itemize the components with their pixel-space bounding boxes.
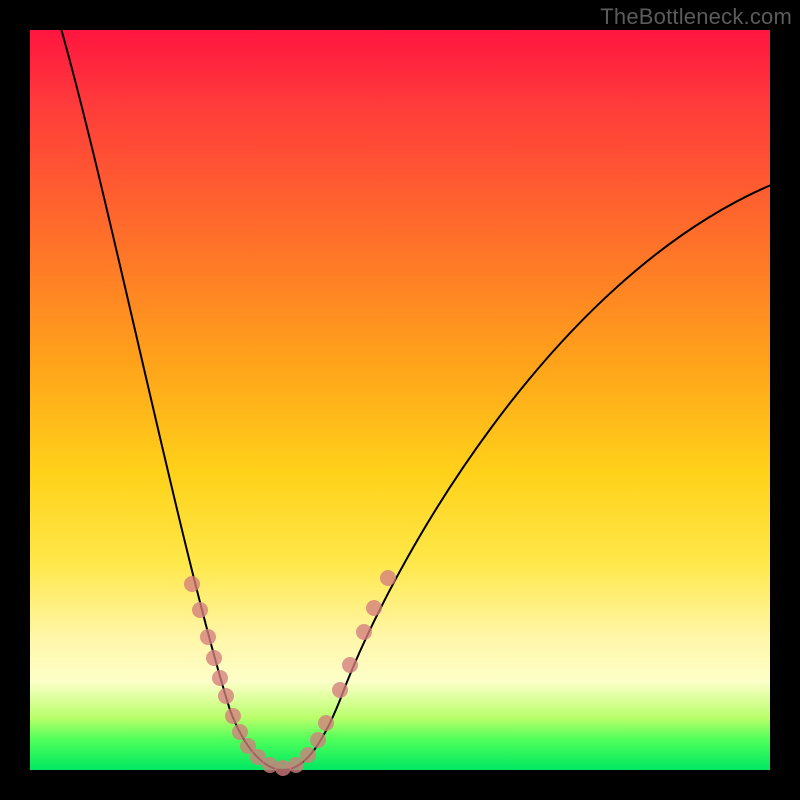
chart-svg [30,30,770,770]
marker-dot [342,657,358,673]
frame: TheBottleneck.com [0,0,800,800]
marker-dot [232,724,248,740]
marker-dot [200,629,216,645]
bottleneck-curve [60,25,771,770]
marker-dot [206,650,222,666]
marker-dot [300,747,316,763]
markers-bottom [262,757,304,776]
marker-dot [225,708,241,724]
plot-area [30,30,770,770]
watermark-text: TheBottleneck.com [600,4,792,30]
markers-right-arm [300,570,396,763]
marker-dot [184,576,200,592]
marker-dot [218,688,234,704]
markers-left-arm [184,576,266,765]
marker-dot [356,624,372,640]
marker-dot [366,600,382,616]
marker-dot [310,732,326,748]
marker-dot [212,670,228,686]
marker-dot [332,682,348,698]
marker-dot [380,570,396,586]
marker-dot [192,602,208,618]
marker-dot [318,715,334,731]
